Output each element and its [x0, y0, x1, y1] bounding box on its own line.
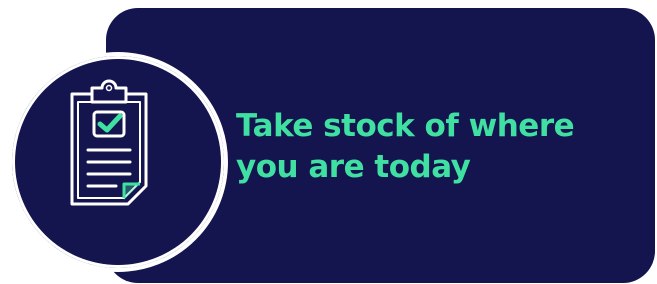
headline-line-1: Take stock of where	[236, 108, 575, 144]
headline-line-2: you are today	[236, 149, 471, 185]
clipboard-check-icon	[70, 79, 148, 206]
headline: Take stock of where you are today	[236, 106, 636, 188]
